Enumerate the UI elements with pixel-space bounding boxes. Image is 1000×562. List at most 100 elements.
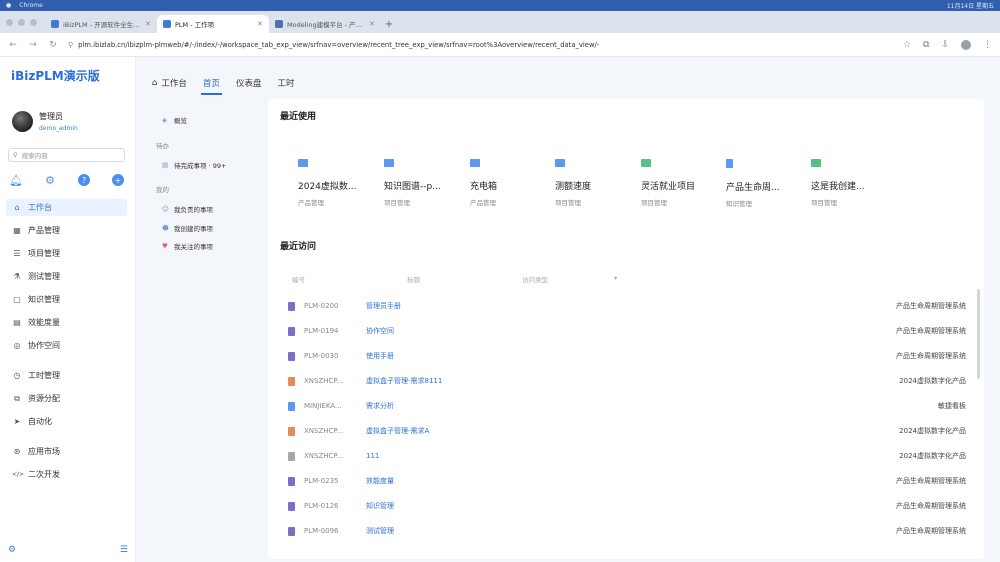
tab-worktime[interactable]: 工时 (277, 77, 294, 89)
bell-icon[interactable]: 🔔︎ (9, 174, 23, 187)
table-row[interactable]: PLM-0200 管理员手册 产品生命周期管理系统 (288, 299, 966, 313)
table-row[interactable]: XNSZHCP... 虚拟盒子管理-需求A 2024虚拟数字化产品 (288, 424, 966, 438)
tab-workbench[interactable]: 工作台 (161, 77, 187, 89)
sidebar-item-knowledge[interactable]: ▢ 知识管理 (6, 291, 127, 308)
column-header-type[interactable]: 访问类型 (522, 274, 548, 284)
plm-favicon-icon (163, 20, 171, 28)
nav-my-followed[interactable]: ♥ 我关注的事项 (162, 241, 213, 251)
close-tab-icon[interactable]: ✕ (257, 20, 263, 28)
file-icon (726, 159, 733, 168)
user-check-icon: ☺ (162, 205, 169, 213)
os-menu-bar: ● Chrome 11月14日 星期五 (0, 0, 1000, 11)
recent-card[interactable]: 这是我创建... 项目管理 (811, 159, 891, 209)
nav-my-responsible[interactable]: ☺ 我负责的事项 (162, 204, 213, 214)
tab-dashboard[interactable]: 仪表盘 (236, 77, 262, 89)
doc-icon (288, 476, 295, 486)
sidebar-search-input[interactable]: ⚲ 搜索内容 (8, 148, 125, 162)
collapse-sidebar-icon[interactable]: ☰ (120, 545, 128, 555)
user-avatar[interactable] (12, 111, 33, 132)
help-icon[interactable]: ? (78, 174, 90, 186)
site-info-icon[interactable]: ⚲ (68, 41, 73, 49)
folder-icon (470, 159, 480, 167)
sidebar-item-metrics[interactable]: ▤ 效能度量 (6, 314, 127, 331)
sidebar-item-resource[interactable]: ⧉ 资源分配 (6, 390, 127, 407)
browser-tab-plm[interactable]: PLM - 工作项 ✕ (157, 15, 269, 33)
search-placeholder: 搜索内容 (21, 152, 48, 160)
settings-icon[interactable]: ⚙ (8, 545, 16, 555)
close-window-button[interactable] (6, 18, 13, 26)
reload-icon[interactable]: ↻ (48, 40, 58, 50)
nav-overview[interactable]: ◈ 概览 (162, 115, 187, 125)
forward-arrow-icon[interactable]: → (28, 40, 38, 50)
sidebar-item-workbench[interactable]: ⌂ 工作台 (6, 199, 127, 216)
new-tab-button[interactable]: + (381, 15, 397, 33)
recent-used-title: 最近使用 (280, 112, 317, 122)
recent-visit-title: 最近访问 (280, 242, 317, 252)
close-tab-icon[interactable]: ✕ (145, 20, 151, 28)
sidebar-item-market[interactable]: ⊛ 应用市场 (6, 443, 127, 460)
table-row[interactable]: PLM-0194 协作空间 产品生命周期管理系统 (288, 324, 966, 338)
nav-group-todo: 待办 (156, 142, 169, 150)
sidebar-quick-actions: 🔔︎ ⚙ ? + (9, 174, 124, 187)
table-row[interactable]: PLM-0126 知识管理 产品生命周期管理系统 (288, 499, 966, 513)
modeling-favicon-icon (275, 20, 283, 28)
bookmark-star-icon[interactable]: ☆ (903, 40, 911, 50)
user-id: demo_admin (39, 125, 78, 132)
scrollbar-thumb[interactable] (977, 289, 980, 379)
sidebar-item-devkit[interactable]: </> 二次开发 (6, 466, 127, 483)
code-icon: </> (12, 471, 25, 478)
recent-card[interactable]: 知识图谱--p... 项目管理 (384, 159, 464, 209)
extensions-icon[interactable]: ⧉ (923, 40, 929, 50)
apple-icon[interactable]: ● (6, 2, 11, 9)
add-icon[interactable]: + (112, 174, 124, 186)
column-header-code[interactable]: 编号 (292, 274, 305, 284)
table-row[interactable]: PLM-0030 使用手册 产品生命周期管理系统 (288, 349, 966, 363)
minimize-window-button[interactable] (18, 18, 25, 26)
table-row[interactable]: PLM-0235 效能度量 产品生命周期管理系统 (288, 474, 966, 488)
send-icon: ➤ (13, 417, 21, 426)
item-icon (288, 451, 295, 461)
table-row[interactable]: XNSZHCP... 111 2024虚拟数字化产品 (288, 449, 966, 463)
recent-card[interactable]: 充电箱 产品管理 (470, 159, 550, 209)
table-row[interactable]: MINJIEKA... 需求分析 敏捷看板 (288, 399, 966, 413)
doc-icon (288, 526, 295, 536)
browser-tab-modeling[interactable]: Modeling建模平台 - 产品主页 ✕ (269, 15, 381, 33)
back-arrow-icon[interactable]: ← (8, 40, 18, 50)
book-icon: ▢ (13, 295, 21, 304)
os-app-name[interactable]: Chrome (19, 2, 43, 9)
resource-icon: ⧉ (14, 393, 20, 403)
gear-icon[interactable]: ⚙ (44, 174, 56, 187)
chat-icon: ◎ (13, 341, 21, 350)
column-header-title[interactable]: 标题 (407, 274, 420, 284)
nav-todo-items[interactable]: ▤ 待完成事项 · 99+ (162, 160, 226, 170)
sidebar-item-product[interactable]: ▦ 产品管理 (6, 222, 127, 239)
recent-card[interactable]: 灵活就业项目 项目管理 (641, 159, 721, 209)
nav-my-created[interactable]: ☻ 我创建的事项 (162, 223, 213, 233)
maximize-window-button[interactable] (30, 18, 37, 26)
recent-card[interactable]: 测额速度 项目管理 (555, 159, 635, 209)
sidebar-item-automation[interactable]: ➤ 自动化 (6, 413, 127, 430)
recent-card[interactable]: 2024虚拟数... 产品管理 (298, 159, 378, 209)
market-icon: ⊛ (13, 447, 21, 456)
download-icon[interactable]: ⇩ (941, 40, 949, 50)
top-nav-tabs: ⌂ 工作台 首页 仪表盘 工时 (152, 77, 294, 95)
sidebar-item-test[interactable]: ⚗ 测试管理 (6, 268, 127, 285)
url-field[interactable]: ⚲ plm.ibizlab.cn/ibizplm-plmweb/#/-/inde… (68, 37, 893, 53)
type-filter-chevron-icon[interactable]: ▾ (614, 274, 617, 282)
sidebar: iBizPLM演示版 管理员 demo_admin ⚲ 搜索内容 🔔︎ ⚙ ? … (0, 57, 136, 562)
browser-tab-ibizplm[interactable]: iBizPLM - 开源软件全生命周期 ✕ (45, 15, 157, 33)
brand-title[interactable]: iBizPLM演示版 (11, 67, 100, 84)
table-row[interactable]: PLM-0096 测试管理 产品生命周期管理系统 (288, 524, 966, 538)
sidebar-item-collab[interactable]: ◎ 协作空间 (6, 337, 127, 354)
profile-avatar[interactable] (961, 39, 971, 50)
close-tab-icon[interactable]: ✕ (369, 20, 375, 28)
clock-icon: ◷ (13, 371, 21, 380)
recent-card[interactable]: 产品生命周... 知识管理 (726, 159, 806, 209)
requirement-icon (288, 376, 295, 386)
sidebar-item-project[interactable]: ☰ 项目管理 (6, 245, 127, 262)
user-profile[interactable]: 管理员 demo_admin (12, 111, 78, 132)
table-row[interactable]: XNSZHCP... 虚拟盒子管理-需求8111 2024虚拟数字化产品 (288, 374, 966, 388)
tab-home[interactable]: 首页 (200, 77, 222, 95)
sidebar-item-worktime[interactable]: ◷ 工时管理 (6, 367, 127, 384)
browser-menu-icon[interactable]: ⋮ (983, 40, 992, 50)
